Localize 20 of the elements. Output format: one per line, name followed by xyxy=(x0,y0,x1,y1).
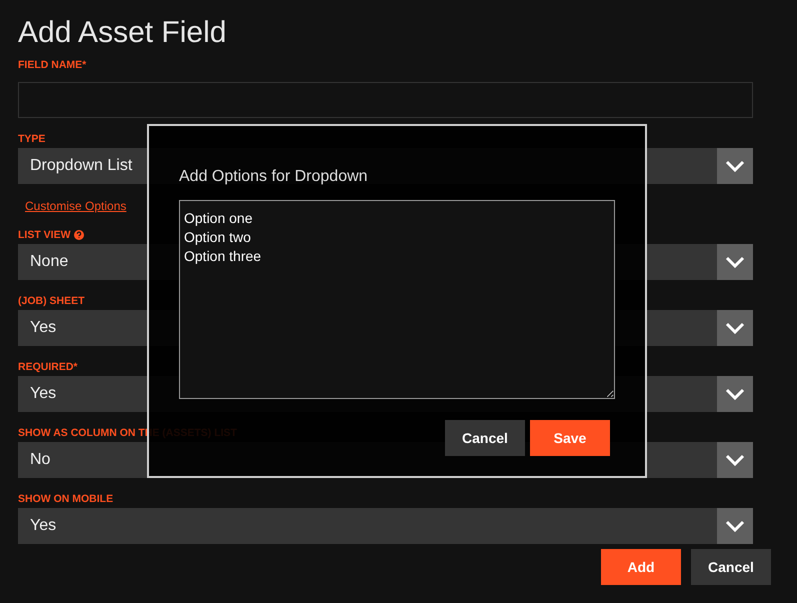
field-label: FIELD NAME* xyxy=(18,58,86,72)
field-label: SHOW ON MOBILE xyxy=(18,492,114,506)
field-label: (JOB) SHEET xyxy=(18,294,85,308)
chevron-down-icon xyxy=(717,148,753,184)
chevron-down-icon xyxy=(717,376,753,412)
chevron-down-icon xyxy=(717,442,753,478)
chevron-down-icon xyxy=(717,244,753,280)
cancel-button[interactable]: Cancel xyxy=(445,420,525,456)
text-field[interactable] xyxy=(18,82,753,118)
field-label: LIST VIEW xyxy=(18,228,70,242)
options-text-area[interactable]: Option one Option two Option three xyxy=(179,200,615,399)
cancel-button[interactable]: Cancel xyxy=(691,549,771,585)
chevron-down-icon xyxy=(717,508,753,544)
customise-options-link[interactable]: Customise Options xyxy=(25,198,126,214)
field-label: REQUIRED* xyxy=(18,360,78,374)
dialog-title: Add Options for Dropdown xyxy=(179,167,368,187)
field-label: TYPE xyxy=(18,132,46,146)
chevron-down-icon xyxy=(717,310,753,346)
dropdown[interactable]: Yes xyxy=(18,508,753,544)
page-title: Add Asset Field xyxy=(18,16,228,50)
